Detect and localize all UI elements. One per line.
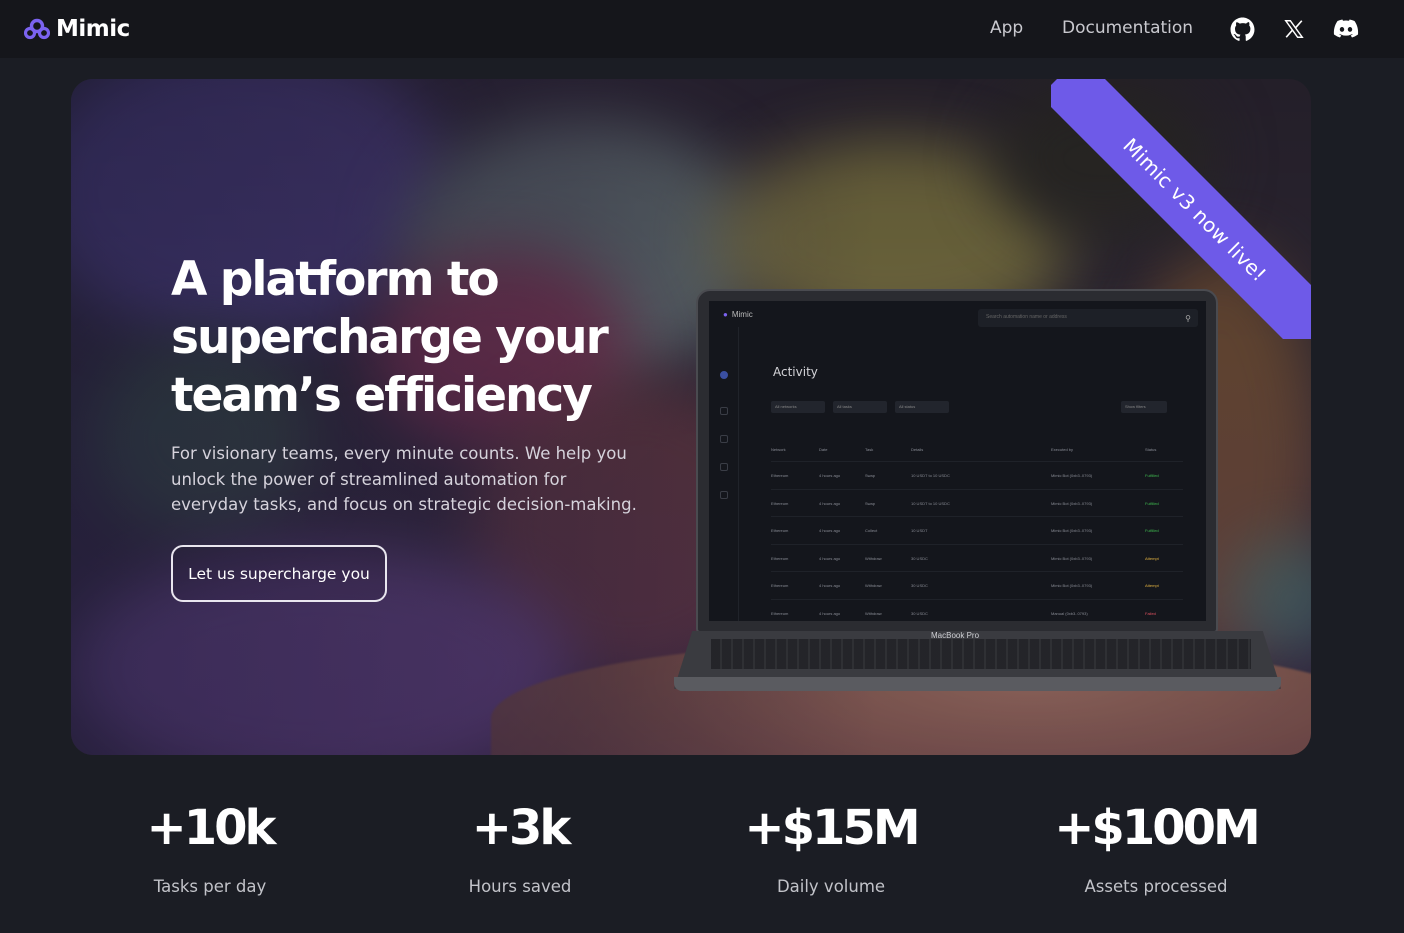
headline-line: A platform to [171, 252, 500, 307]
screen-table-cell: Swap [865, 473, 876, 478]
laptop-brand-label: MacBook Pro [931, 631, 980, 640]
screen-column-header: Date [819, 447, 828, 452]
stat-label: Assets processed [1084, 877, 1228, 896]
mimic-logo-icon [23, 18, 51, 40]
screen-table-cell: 10 USDT to 10 USDC [911, 473, 950, 478]
screen-column-header: Task [865, 447, 874, 452]
screen-column-header: Status [1145, 447, 1157, 452]
stat-label: Hours saved [468, 877, 572, 896]
stat-value: +10k [146, 800, 277, 856]
screen-table-cell: Swap [865, 500, 876, 506]
screen-table-cell: 4 hours ago [819, 555, 841, 561]
screen-sidebar [709, 327, 739, 621]
stat-value: +3k [471, 800, 572, 856]
laptop-screen-mockup: ● Mimic Search automation name or addres… [696, 289, 1218, 633]
screen-filter: All networks [771, 401, 825, 413]
nav-link-app[interactable]: App [990, 18, 1023, 38]
screen-table-cell: Ethereum [771, 528, 789, 533]
screen-page-title: Activity [773, 365, 818, 379]
screen-table-cell: 4 hours ago [819, 583, 841, 588]
brand-logo[interactable]: Mimic [23, 14, 130, 44]
x-twitter-icon[interactable] [1281, 16, 1307, 42]
screen-status-badge: Fulfilled [1145, 528, 1159, 533]
screen-table-cell: Collect [865, 528, 878, 533]
hero-banner: ● Mimic Search automation name or addres… [71, 79, 1311, 755]
mimic-logo-icon: ● [723, 309, 728, 319]
hero-subtitle: For visionary teams, every minute counts… [171, 444, 637, 514]
stat-label: Daily volume [776, 877, 886, 896]
screen-table-cell: Mimic Bot (0xb3..0793) [1051, 500, 1093, 506]
screen-filter: All tasks [833, 401, 887, 413]
stat-value: +$100M [1054, 800, 1261, 856]
screen-table-cell: 30 USDC [911, 610, 928, 616]
screen-table-cell: Ethereum [771, 583, 789, 588]
screen-column-header: Executed by [1051, 447, 1074, 452]
screen-table-cell: Mimic Bot (0xb3..0793) [1051, 583, 1093, 588]
brand-name: Mimic [56, 16, 130, 42]
screen-column-header: Network [771, 447, 786, 452]
ribbon-text: Mimic v3 now live! [1118, 133, 1272, 287]
screen-status-badge: Failed [1145, 610, 1156, 616]
screen-table-cell: 30 USDC [911, 583, 928, 588]
screen-filter: All status [895, 401, 949, 413]
screen-column-header: Details [911, 447, 924, 452]
screen-table-cell: Mimic Bot (0xb3..0793) [1051, 555, 1093, 561]
screen-table-cell: Withdraw [865, 583, 882, 588]
screen-table-cell: 10 USDT to 10 USDC [911, 500, 950, 506]
screen-table-cell: Withdraw [865, 610, 882, 616]
cta-button[interactable]: Let us supercharge you [171, 545, 387, 602]
hero-headline: A platform to supercharge your team’s ef… [171, 251, 611, 425]
stat-label: Tasks per day [153, 877, 267, 896]
discord-icon[interactable] [1333, 16, 1359, 42]
github-icon[interactable] [1229, 16, 1255, 42]
screen-status-badge: Attempt [1145, 583, 1159, 588]
app-screenshot: ● Mimic Search automation name or addres… [709, 301, 1206, 621]
screen-table-cell: 4 hours ago [819, 473, 841, 478]
screen-table-cell: Mimic Bot (0xb3..0793) [1051, 473, 1093, 478]
screen-table-cell: Ethereum [771, 473, 789, 478]
screen-table-cell: 10 USDT [911, 528, 928, 533]
top-navbar: Mimic App Documentation [0, 0, 1404, 58]
screen-table-cell: Ethereum [771, 555, 789, 561]
screen-table-cell: 30 USDC [911, 555, 928, 561]
screen-table-cell: 4 hours ago [819, 500, 841, 506]
screen-table-cell: Withdraw [865, 555, 882, 561]
screen-status-badge: Attempt [1145, 555, 1159, 561]
screen-table-cell: Mimic Bot (0xb3..0793) [1051, 528, 1093, 533]
headline-line: team’s efficiency [171, 368, 593, 423]
headline-line: supercharge your [171, 310, 609, 365]
screen-table-cell: 4 hours ago [819, 528, 841, 533]
screen-status-badge: Fulfilled [1145, 500, 1159, 506]
screen-table-cell: 4 hours ago [819, 610, 841, 616]
screen-status-badge: Fulfilled [1145, 473, 1159, 478]
screen-table-cell: Ethereum [771, 610, 789, 616]
stat-value: +$15M [744, 800, 920, 856]
screen-table-cell: Ethereum [771, 500, 789, 506]
screen-table-cell: Manual (0xb3..0793) [1051, 610, 1088, 616]
announcement-ribbon[interactable]: Mimic v3 now live! [1051, 79, 1311, 339]
screen-app-name: Mimic [731, 309, 753, 319]
screen-show-filters: Show filters [1121, 401, 1167, 413]
nav-link-documentation[interactable]: Documentation [1062, 18, 1193, 38]
